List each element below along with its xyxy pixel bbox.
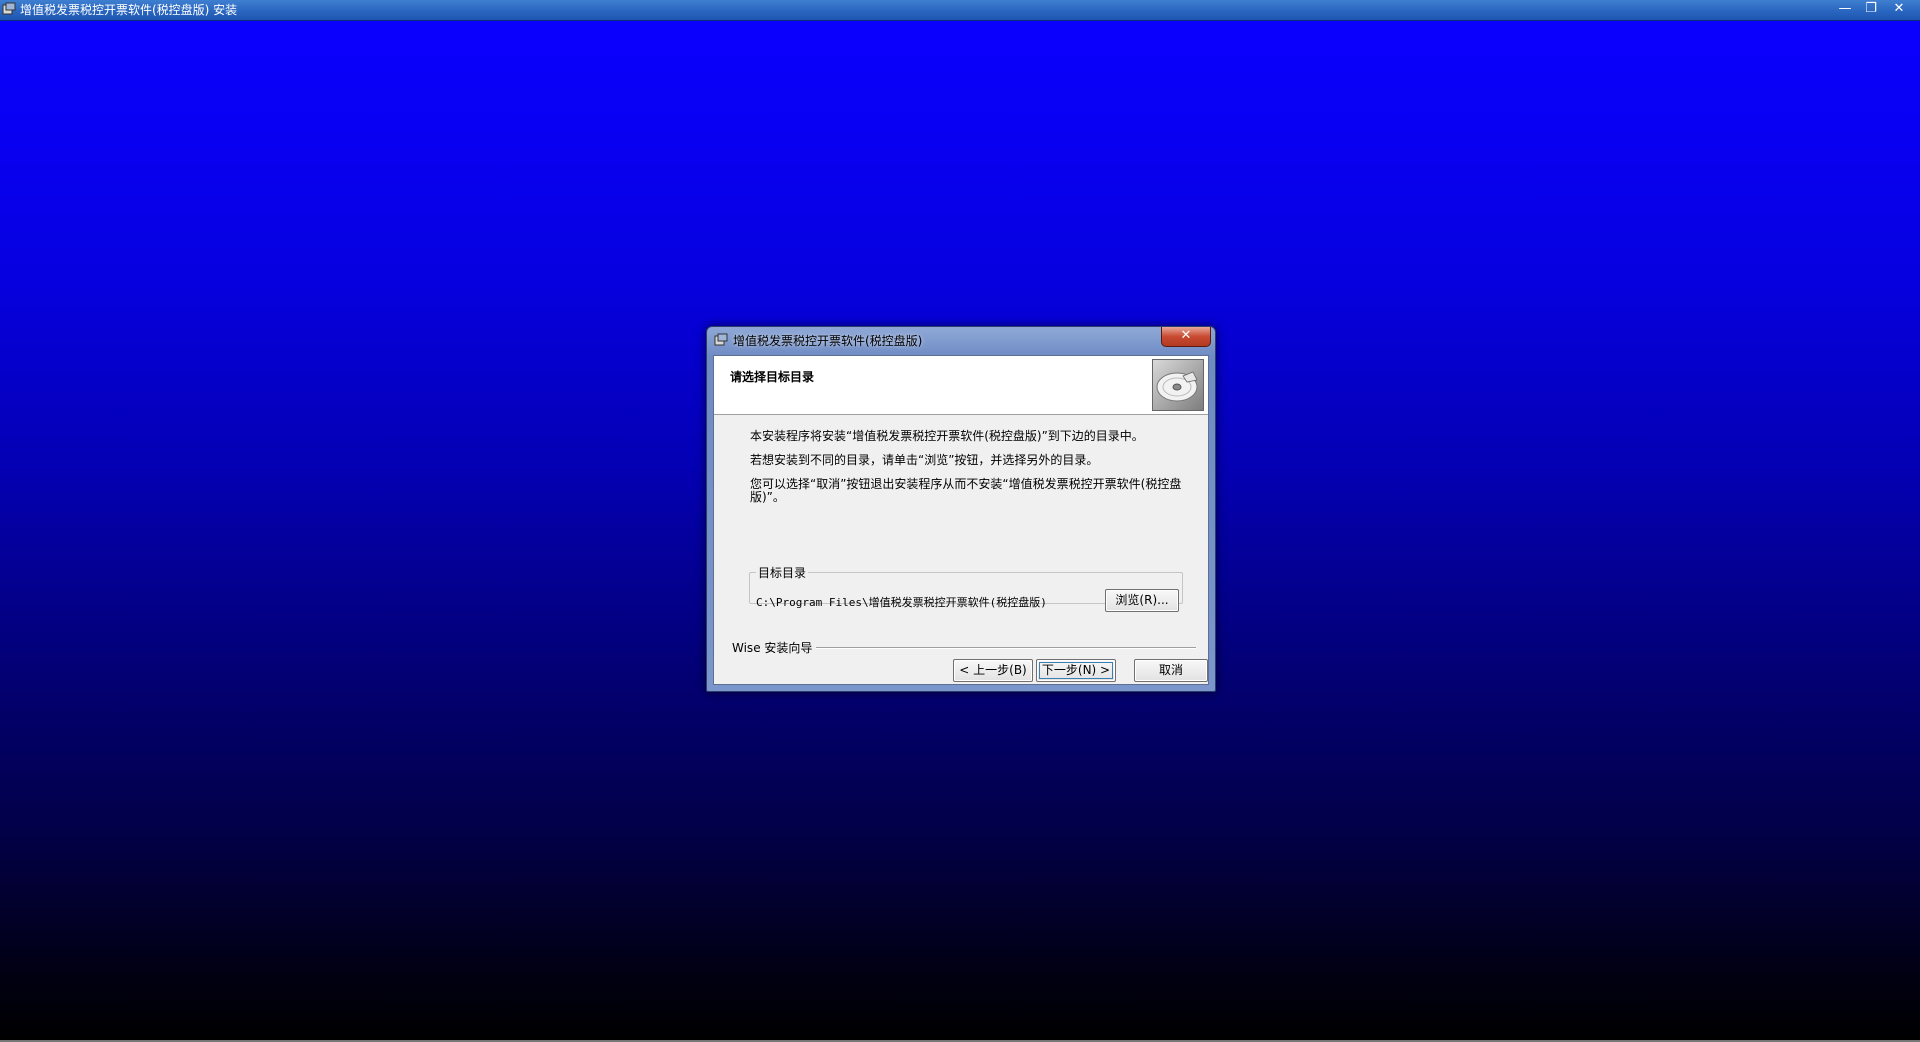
- next-button[interactable]: 下一步(N) >: [1036, 659, 1116, 682]
- restore-icon[interactable]: ❐: [1858, 0, 1884, 18]
- wise-label: Wise 安装向导: [732, 639, 817, 656]
- app-title: 增值税发票税控开票软件(税控盘版) 安装: [20, 3, 238, 17]
- browse-hint-text: 若想安装到不同的目录，请单击“浏览”按钮，并选择另外的目录。: [750, 453, 1099, 467]
- intro-text-line: 本安装程序将安装“增值税发票税控开票软件(税控盘版)”到下边的目录中。: [750, 429, 1144, 443]
- installer-icon: [2, 2, 16, 15]
- page-title: 请选择目标目录: [730, 370, 815, 384]
- destination-label: 目标目录: [758, 566, 807, 580]
- cancel-hint-text: 您可以选择“取消”按钮退出安装程序从而不安装“增值税发票税控开票软件(税控盘版)…: [750, 477, 1182, 504]
- dialog-close-button[interactable]: ✕: [1161, 327, 1211, 347]
- minimize-icon[interactable]: —: [1832, 0, 1858, 18]
- destination-path: C:\Program Files\增值税发票税控开票软件(税控盘版): [756, 596, 1047, 609]
- back-button[interactable]: < 上一步(B): [953, 659, 1033, 682]
- close-icon[interactable]: ✕: [1886, 0, 1912, 18]
- cd-disc-icon: [1152, 359, 1204, 411]
- cancel-button[interactable]: 取消: [1134, 659, 1208, 682]
- installer-icon: [714, 333, 728, 346]
- dialog-titlebar[interactable]: 增值税发票税控开票软件(税控盘版) ✕: [707, 327, 1215, 353]
- dialog-title: 增值税发票税控开票软件(税控盘版): [733, 334, 923, 348]
- header-band: 请选择目标目录: [714, 356, 1208, 415]
- dialog-client: 请选择目标目录 本安装程序将安装“增值税发票税控开票软件(税控盘版)”到下边的目…: [713, 355, 1209, 685]
- browse-button[interactable]: 浏览(R)...: [1105, 589, 1179, 612]
- installer-dialog: 增值税发票税控开票软件(税控盘版) ✕ 请选择目标目录 本安装程序将安装“增值税…: [706, 326, 1216, 692]
- app-titlebar: 增值税发票税控开票软件(税控盘版) 安装 — ❐ ✕: [0, 0, 1920, 21]
